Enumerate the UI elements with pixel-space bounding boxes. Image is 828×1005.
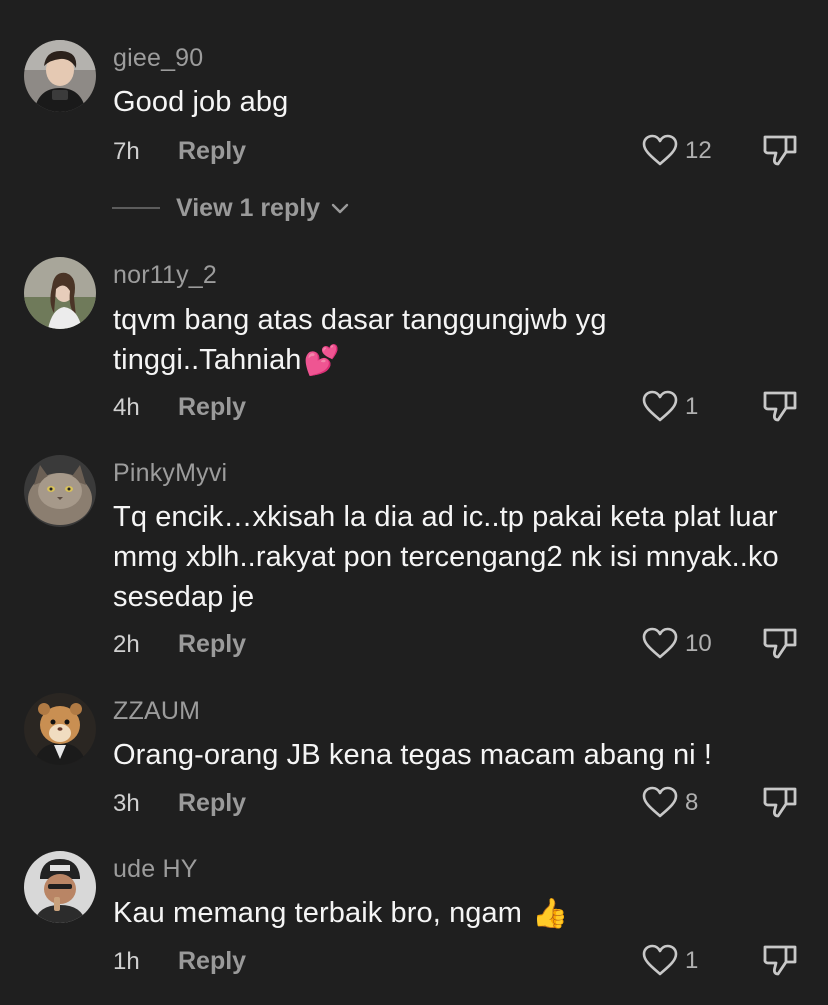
comment-username[interactable]: ZZAUM — [113, 697, 200, 726]
comment-text-body: Orang-orang JB kena tegas macam abang ni… — [113, 739, 713, 771]
avatar[interactable] — [24, 851, 96, 923]
like-button[interactable] — [642, 944, 678, 976]
comment-text: Good job abg — [113, 82, 793, 122]
comment-time: 1h — [113, 948, 140, 975]
like-count: 10 — [685, 630, 712, 657]
like-button[interactable] — [642, 627, 678, 659]
heart-outline-icon — [642, 627, 678, 659]
thumbs-down-icon — [763, 945, 797, 976]
avatar[interactable] — [24, 455, 96, 527]
comment-username[interactable]: PinkyMyvi — [113, 459, 227, 488]
thumbs-down-icon — [763, 391, 797, 422]
dislike-button[interactable] — [762, 133, 798, 167]
like-button[interactable] — [642, 134, 678, 166]
comment-text: Tq encik…xkisah la dia ad ic..tp pakai k… — [113, 497, 793, 617]
comment-username[interactable]: nor11y_2 — [113, 261, 217, 290]
dislike-button[interactable] — [762, 389, 798, 423]
comment-time: 7h — [113, 138, 140, 165]
like-button[interactable] — [642, 390, 678, 422]
comment-text-body: Good job abg — [113, 86, 289, 118]
comment-time: 3h — [113, 790, 140, 817]
divider-line — [112, 207, 160, 209]
thumbs-down-icon — [763, 787, 797, 818]
like-count: 1 — [685, 947, 699, 974]
dislike-button[interactable] — [762, 626, 798, 660]
comment-text-body: Kau memang terbaik bro, ngam — [113, 897, 523, 929]
view-replies-label: View 1 reply — [176, 194, 321, 222]
dislike-button[interactable] — [762, 785, 798, 819]
thumbs-down-icon — [763, 135, 797, 166]
like-count: 8 — [685, 789, 699, 816]
dislike-button[interactable] — [762, 943, 798, 977]
heart-outline-icon — [642, 944, 678, 976]
like-count: 1 — [685, 393, 699, 420]
comment-time: 4h — [113, 394, 140, 421]
comment-text-body: Tq encik…xkisah la dia ad ic..tp pakai k… — [113, 501, 779, 613]
heart-outline-icon — [642, 786, 678, 818]
avatar[interactable] — [24, 693, 96, 765]
avatar[interactable] — [24, 257, 96, 329]
comment-time: 2h — [113, 631, 140, 658]
chevron-down-icon — [331, 203, 349, 214]
thumbs-up-emoji: 👍 — [532, 898, 569, 931]
heart-emoji: 💕 — [303, 345, 340, 378]
comment-text-body: tqvm bang atas dasar tanggungjwb yg ting… — [113, 304, 607, 376]
comment-username[interactable]: giee_90 — [113, 44, 203, 73]
heart-outline-icon — [642, 134, 678, 166]
comment-text: Kau memang terbaik bro, ngam 👍 — [113, 893, 793, 934]
avatar[interactable] — [24, 40, 96, 112]
comment-username[interactable]: ude HY — [113, 855, 198, 884]
thumbs-down-icon — [763, 628, 797, 659]
reply-button[interactable]: Reply — [178, 789, 246, 818]
reply-button[interactable]: Reply — [178, 393, 246, 422]
like-count: 12 — [685, 137, 712, 164]
reply-button[interactable]: Reply — [178, 630, 246, 659]
reply-button[interactable]: Reply — [178, 947, 246, 976]
reply-button[interactable]: Reply — [178, 137, 246, 166]
heart-outline-icon — [642, 390, 678, 422]
comment-text: tqvm bang atas dasar tanggungjwb yg ting… — [113, 300, 793, 381]
comment-text: Orang-orang JB kena tegas macam abang ni… — [113, 735, 793, 775]
like-button[interactable] — [642, 786, 678, 818]
